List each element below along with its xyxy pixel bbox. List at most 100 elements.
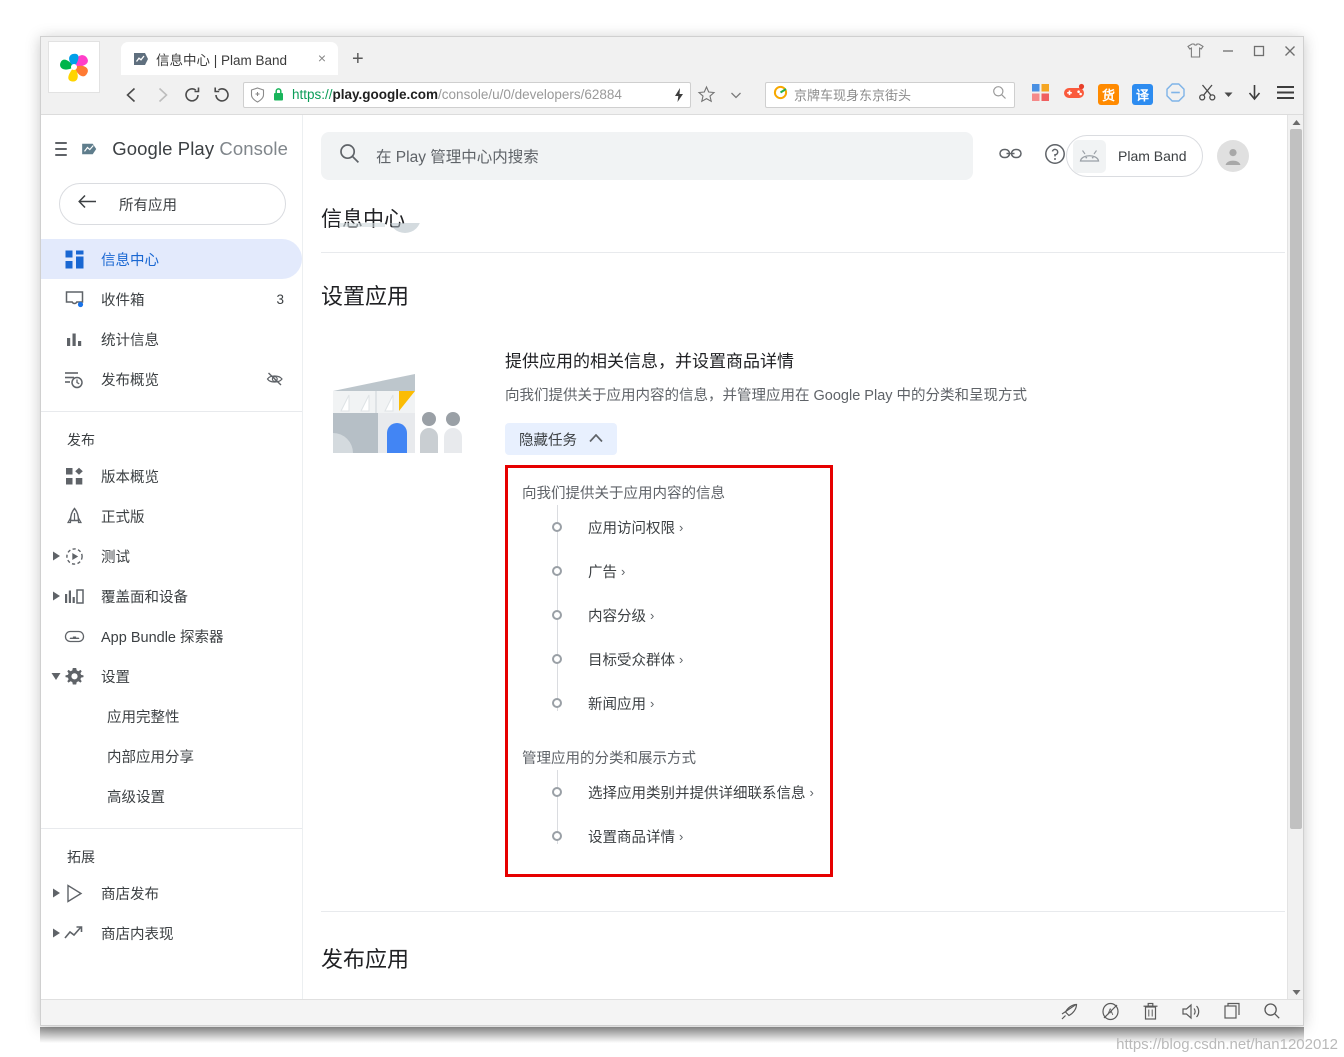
sidebar-main-list: 信息中心 收件箱 3 统计信息 发布概览	[41, 239, 302, 399]
task-bullet-icon	[552, 698, 562, 708]
app-selector-chip[interactable]: Plam Band	[1066, 135, 1204, 177]
task-bullet-icon	[552, 566, 562, 576]
maximize-button[interactable]	[1252, 44, 1266, 58]
shopping-deal-icon[interactable]: 货	[1098, 84, 1119, 105]
sidebar-item-store-performance[interactable]: 商店内表现	[41, 913, 302, 953]
task-item-select-category[interactable]: 选择应用类别并提供详细联系信息 ›	[522, 770, 818, 814]
sidebar-item-publishing-overview[interactable]: 发布概览	[41, 359, 302, 399]
search-icon[interactable]	[992, 85, 1007, 105]
task-bullet-icon	[552, 787, 562, 797]
account-avatar[interactable]	[1217, 140, 1250, 172]
task-item-news-app[interactable]: 新闻应用 ›	[522, 681, 818, 725]
task-text: 目标受众群体	[588, 652, 675, 669]
sidebar-item-app-integrity[interactable]: 应用完整性	[41, 696, 302, 736]
sidebar-item-dashboard[interactable]: 信息中心	[41, 239, 302, 279]
window-icon[interactable]	[1223, 1002, 1241, 1026]
search-input[interactable]: 京牌车现身东京街头	[765, 81, 1015, 108]
sidebar-item-store-presence[interactable]: 商店发布	[41, 873, 302, 913]
task-text: 选择应用类别并提供详细联系信息	[588, 785, 806, 802]
trash-icon[interactable]	[1142, 1002, 1159, 1026]
close-button[interactable]	[1283, 44, 1297, 58]
task-item-app-access[interactable]: 应用访问权限 ›	[522, 505, 818, 549]
new-tab-button[interactable]: +	[352, 49, 364, 69]
sidebar-item-reach-devices[interactable]: 覆盖面和设备	[41, 576, 302, 616]
tab-close-icon[interactable]: ×	[314, 50, 330, 67]
no-ads-icon[interactable]: A	[1101, 1002, 1120, 1026]
clipped-previous-card: 显示任务	[321, 223, 1285, 253]
game-controller-icon[interactable]	[1063, 83, 1085, 106]
task-item-store-listing[interactable]: 设置商品详情 ›	[522, 814, 818, 858]
search-icon	[339, 143, 360, 169]
bookmark-star-icon[interactable]	[691, 80, 721, 110]
rocket-icon[interactable]	[1060, 1002, 1079, 1026]
browser-scrollbar-thumb[interactable]	[1290, 129, 1302, 829]
expander-reach-devices-icon[interactable]	[49, 589, 63, 603]
hide-tasks-button[interactable]: 隐藏任务	[505, 423, 617, 455]
task-item-content-rating[interactable]: 内容分级 ›	[522, 593, 818, 637]
translate-icon[interactable]: 译	[1132, 84, 1153, 105]
sidebar-item-inbox[interactable]: 收件箱 3	[41, 279, 302, 319]
page-viewport: Google Play Console 所有应用 信息中心 收件箱 3 统计信息…	[41, 115, 1303, 999]
sidebar-item-production[interactable]: 正式版	[41, 496, 302, 536]
screenshot-root: 信息中心 | Plam Band × + https://play.google…	[0, 0, 1344, 1057]
scissors-dropdown-icon[interactable]	[1224, 86, 1233, 104]
minimize-button[interactable]	[1221, 44, 1235, 58]
sidebar-item-app-bundle-explorer[interactable]: App Bundle 探索器	[41, 616, 302, 656]
back-button[interactable]	[117, 80, 147, 110]
sidebar-item-advanced-settings[interactable]: 高级设置	[41, 776, 302, 816]
brand-title: Google Play Console	[112, 138, 288, 160]
volume-icon[interactable]	[1181, 1002, 1201, 1026]
task-label-content-rating: 内容分级 ›	[588, 605, 654, 626]
menu-hamburger-icon[interactable]	[55, 142, 67, 156]
expander-settings-icon[interactable]	[49, 669, 63, 683]
sidebar-label-reach-devices: 覆盖面和设备	[101, 589, 188, 606]
scroll-down-arrow-icon[interactable]	[1288, 985, 1303, 999]
lightning-icon[interactable]	[674, 87, 684, 103]
reload-button[interactable]	[177, 80, 207, 110]
sidebar-item-settings[interactable]: 设置	[41, 656, 302, 696]
sidebar-item-release-overview[interactable]: 版本概览	[41, 456, 302, 496]
shield-icon[interactable]	[250, 86, 265, 103]
sidebar-item-statistics[interactable]: 统计信息	[41, 319, 302, 359]
all-apps-button[interactable]: 所有应用	[59, 183, 286, 225]
address-bar[interactable]: https://play.google.com/console/u/0/deve…	[243, 81, 691, 108]
help-icon[interactable]	[1044, 143, 1066, 170]
inbox-icon	[63, 290, 85, 309]
play-console-logo-icon	[81, 143, 96, 155]
link-icon[interactable]	[999, 143, 1022, 169]
omnibox-chevron-down-icon[interactable]	[721, 80, 751, 110]
downloads-icon[interactable]	[1246, 83, 1263, 107]
sidebar-item-internal-app-sharing[interactable]: 内部应用分享	[41, 736, 302, 776]
hide-tasks-label: 隐藏任务	[519, 432, 577, 449]
console-search-input[interactable]: 在 Play 管理中心内搜索	[321, 132, 973, 180]
adblock-icon[interactable]	[1166, 82, 1185, 107]
app-bundle-icon	[63, 627, 85, 646]
scroll-up-arrow-icon[interactable]	[1288, 115, 1303, 129]
home-restore-button[interactable]	[207, 80, 237, 110]
browser-menu-icon[interactable]	[1276, 85, 1295, 105]
apps-grid-icon[interactable]	[1031, 83, 1050, 107]
shirt-theme-icon[interactable]	[1187, 43, 1204, 58]
task-item-target-audience[interactable]: 目标受众群体 ›	[522, 637, 818, 681]
task-item-ads[interactable]: 广告 ›	[522, 549, 818, 593]
chevron-right-icon: ›	[650, 607, 655, 623]
browser-tab-active[interactable]: 信息中心 | Plam Band ×	[121, 42, 338, 75]
forward-button[interactable]	[147, 80, 177, 110]
scissors-icon[interactable]	[1198, 83, 1217, 107]
task-list-1: 应用访问权限 › 广告 › 内容分级 › 目标受众群体 › 新闻应用 ›	[522, 505, 818, 725]
expander-store-performance-icon[interactable]	[49, 926, 63, 940]
sidebar-item-testing[interactable]: 测试	[41, 536, 302, 576]
task-label-target-audience: 目标受众群体 ›	[588, 649, 683, 670]
search-icon[interactable]	[1263, 1002, 1281, 1025]
lock-icon	[272, 87, 285, 102]
expander-testing-icon[interactable]	[49, 549, 63, 563]
task-bullet-icon	[552, 831, 562, 841]
sidebar-label-production: 正式版	[101, 509, 145, 526]
android-icon	[1073, 139, 1106, 173]
url-host: play.google.com	[332, 87, 439, 102]
browser-scrollbar[interactable]	[1287, 115, 1303, 999]
storefront-illustration-icon	[333, 374, 462, 453]
sidebar-label-settings: 设置	[101, 669, 130, 686]
expander-store-presence-icon[interactable]	[49, 886, 63, 900]
brand-suffix: Console	[219, 138, 288, 159]
